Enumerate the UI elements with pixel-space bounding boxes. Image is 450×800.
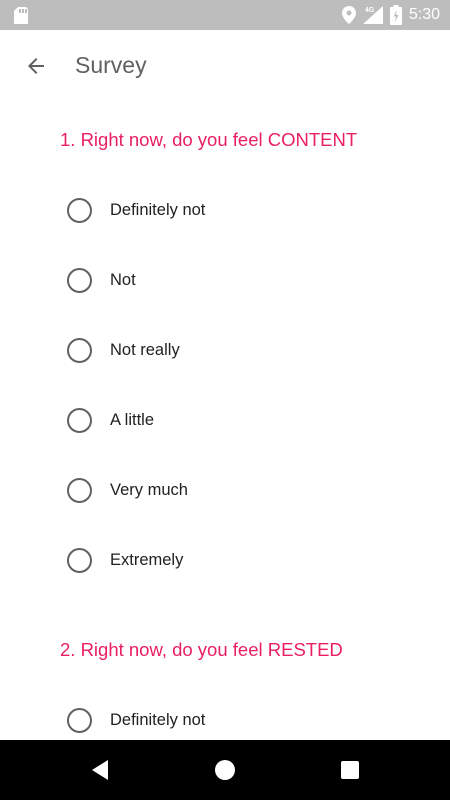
question-title: 2. Right now, do you feel RESTED	[60, 639, 343, 660]
option-label: Very much	[110, 480, 188, 499]
nav-back-button[interactable]	[85, 755, 115, 785]
signal-icon: 4G	[362, 6, 383, 24]
battery-icon	[389, 5, 402, 25]
radio-button[interactable]	[67, 407, 92, 433]
network-type-label: 4G	[364, 7, 375, 14]
option-label: Not	[110, 270, 136, 289]
nav-home-button[interactable]	[210, 755, 240, 785]
option-label: Definitely not	[110, 710, 206, 729]
radio-option-not[interactable]: Not	[60, 255, 420, 305]
radio-option-definitely-not[interactable]: Definitely not	[60, 185, 420, 235]
back-button[interactable]	[16, 46, 56, 86]
radio-option-not-really[interactable]: Not really	[60, 325, 420, 375]
radio-option-extremely[interactable]: Extremely	[60, 535, 420, 585]
app-bar: Survey	[0, 30, 450, 102]
radio-button[interactable]	[67, 547, 92, 573]
option-label: A little	[110, 410, 155, 429]
question-title: 1. Right now, do you feel CONTENT	[60, 129, 358, 150]
radio-option-very-much[interactable]: Very much	[60, 465, 420, 515]
nav-back-icon	[92, 760, 108, 780]
radio-button[interactable]	[67, 337, 92, 363]
nav-recents-icon	[341, 761, 359, 779]
arrow-back-icon	[28, 58, 44, 74]
page-title: Survey	[75, 52, 147, 78]
option-label: Extremely	[110, 550, 184, 569]
nav-home-icon	[215, 760, 235, 780]
radio-option-definitely-not[interactable]: Definitely not	[60, 695, 420, 740]
radio-button[interactable]	[67, 197, 92, 223]
radio-button[interactable]	[67, 477, 92, 503]
survey-content[interactable]: 1. Right now, do you feel CONTENT Defini…	[0, 102, 450, 740]
status-time: 5:30	[408, 6, 440, 23]
radio-button[interactable]	[67, 707, 92, 733]
location-icon	[341, 6, 356, 24]
option-label: Not really	[110, 340, 180, 359]
navigation-bar	[0, 740, 450, 800]
option-label: Definitely not	[110, 200, 206, 219]
radio-option-a-little[interactable]: A little	[60, 395, 420, 445]
radio-button[interactable]	[67, 267, 92, 293]
status-bar: 4G 5:30	[0, 0, 450, 30]
sd-card-icon	[14, 7, 28, 24]
nav-recents-button[interactable]	[335, 755, 365, 785]
